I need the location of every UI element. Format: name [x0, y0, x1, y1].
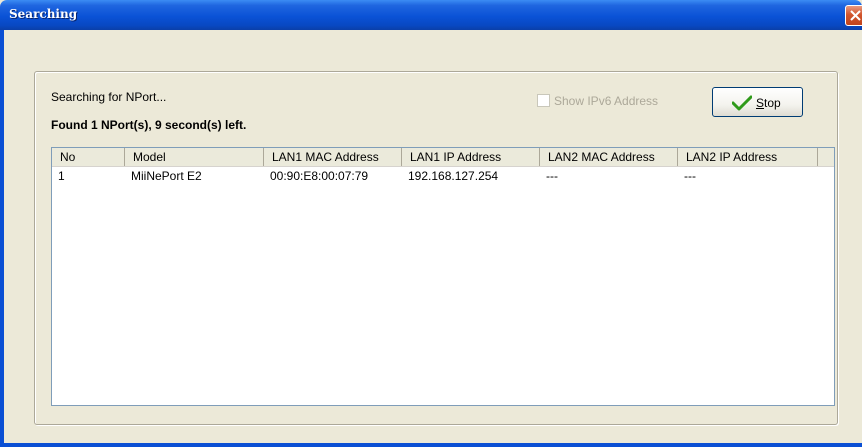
checkmark-icon [732, 95, 752, 111]
window-title: Searching [9, 7, 78, 21]
show-ipv6-label: Show IPv6 Address [554, 94, 659, 108]
column-header-lan2-mac[interactable]: LAN2 MAC Address [540, 148, 678, 166]
column-header-no[interactable]: No [52, 148, 125, 166]
window-border-bottom [0, 443, 862, 447]
table-row[interactable]: 1 MiiNePort E2 00:90:E8:00:07:79 192.168… [52, 168, 834, 184]
stop-button[interactable]: Stop [712, 87, 803, 117]
stop-button-label: Stop [756, 96, 781, 110]
results-list[interactable]: No Model LAN1 MAC Address LAN1 IP Addres… [51, 147, 835, 406]
cell-lan2-ip: --- [684, 169, 696, 183]
cell-lan1-mac: 00:90:E8:00:07:79 [270, 169, 369, 183]
list-header: No Model LAN1 MAC Address LAN1 IP Addres… [52, 148, 834, 167]
column-header-lan1-ip[interactable]: LAN1 IP Address [402, 148, 540, 166]
column-header-model[interactable]: Model [125, 148, 264, 166]
window-border-left [0, 30, 4, 447]
cell-lan1-ip: 192.168.127.254 [408, 169, 499, 183]
close-button[interactable] [845, 5, 862, 26]
search-status-text: Searching for NPort... [51, 90, 167, 104]
checkbox-box[interactable] [537, 94, 550, 107]
title-bar: Searching [0, 0, 862, 30]
cell-model: MiiNePort E2 [131, 169, 202, 183]
searching-dialog: Searching Searching for NPort... Found 1… [0, 0, 862, 447]
cell-no: 1 [58, 169, 65, 183]
column-header-lan2-ip[interactable]: LAN2 IP Address [678, 148, 818, 166]
cell-lan2-mac: --- [546, 169, 558, 183]
found-count-text: Found 1 NPort(s), 9 second(s) left. [51, 118, 247, 132]
column-header-lan1-mac[interactable]: LAN1 MAC Address [264, 148, 402, 166]
close-icon [850, 10, 861, 21]
